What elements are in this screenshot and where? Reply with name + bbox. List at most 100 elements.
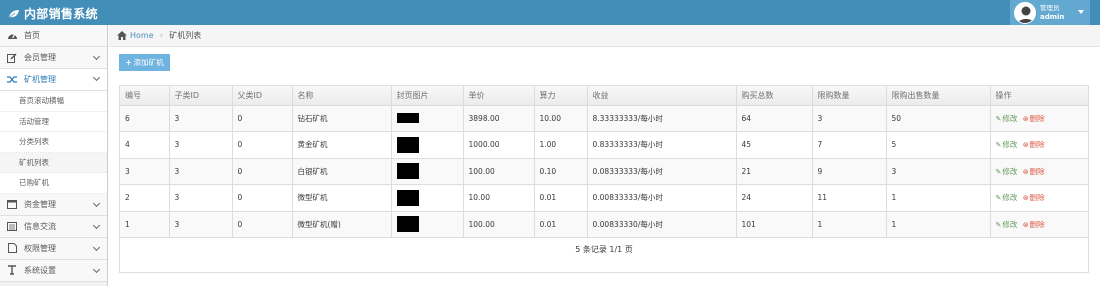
cell-price: 100.00 xyxy=(463,211,535,238)
cell-actions: ✎修改 ⊗删除 xyxy=(990,105,1088,132)
cell-child-id: 3 xyxy=(169,105,233,132)
sidebar-item-permissions[interactable]: 权限管理 xyxy=(0,237,107,260)
pencil-icon: ✎ xyxy=(995,114,1002,123)
sidebar-item-label: 资金管理 xyxy=(24,199,56,209)
cell-actions: ✎修改 ⊗删除 xyxy=(990,211,1088,238)
cell-id: 6 xyxy=(120,105,170,132)
sidebar-subitem-activities[interactable]: 活动管理 xyxy=(0,111,107,132)
sidebar-item-home[interactable]: 首页 xyxy=(0,25,107,47)
delete-link[interactable]: ⊗删除 xyxy=(1023,220,1045,229)
edit-link[interactable]: ✎修改 xyxy=(996,140,1018,149)
column-header[interactable]: 单价 xyxy=(463,86,535,106)
delete-link[interactable]: ⊗删除 xyxy=(1023,140,1045,149)
edit-label: 修改 xyxy=(1002,140,1018,150)
sidebar-item-miners[interactable]: 矿机管理 xyxy=(0,69,107,91)
cell-total-purchased: 101 xyxy=(736,211,813,238)
delete-link[interactable]: ⊗删除 xyxy=(1023,167,1045,176)
sidebar-item-label: 首页 xyxy=(24,31,40,40)
column-header[interactable]: 限购数量 xyxy=(812,86,887,106)
sidebar-subitem-purchased[interactable]: 已购矿机 xyxy=(0,173,107,194)
cell-sale-limit: 1 xyxy=(886,184,991,212)
add-miner-button[interactable]: + 添加矿机 xyxy=(119,54,170,71)
chevron-right-icon: › xyxy=(159,30,164,41)
cell-price: 1000.00 xyxy=(463,131,535,159)
column-header[interactable]: 收益 xyxy=(587,86,737,106)
delete-link[interactable]: ⊗删除 xyxy=(1023,114,1045,123)
edit-link[interactable]: ✎修改 xyxy=(996,193,1018,202)
column-header[interactable]: 限购出售数量 xyxy=(886,86,991,106)
brand[interactable]: 内部销售系统 xyxy=(8,5,98,22)
cell-yield: 0.00833330/每小时 xyxy=(587,211,737,238)
cell-id: 3 xyxy=(120,158,170,185)
column-header[interactable]: 名称 xyxy=(292,86,392,106)
cover-image xyxy=(396,189,419,206)
cell-cover xyxy=(391,131,464,159)
column-header[interactable]: 子类ID xyxy=(169,86,233,106)
sidebar: 首页 会员管理 矿机管理 首页滚动横幅 活动管理 分类列表 矿机列表 已购矿机 … xyxy=(0,25,108,286)
trash-icon: ⊗ xyxy=(1022,194,1029,203)
column-header[interactable]: 父类ID xyxy=(232,86,293,106)
column-header[interactable]: 封页图片 xyxy=(391,86,464,106)
home-icon xyxy=(117,31,127,40)
calendar-icon xyxy=(6,198,18,210)
cell-price: 10.00 xyxy=(463,184,535,212)
cell-hashrate: 0.10 xyxy=(534,158,588,185)
table-row: 1 3 0 微型矿机(赠) 100.00 0.01 0.00833330/每小时… xyxy=(120,211,1088,238)
cell-yield: 0.00833333/每小时 xyxy=(587,184,737,212)
cell-parent-id: 0 xyxy=(232,184,293,212)
table-row: 6 3 0 钻石矿机 3898.00 10.00 8.33333333/每小时 … xyxy=(120,105,1088,132)
cell-purchase-limit: 7 xyxy=(812,131,887,159)
cell-cover xyxy=(391,105,464,132)
cell-child-id: 3 xyxy=(169,211,233,238)
cell-price: 100.00 xyxy=(463,158,535,185)
sidebar-subitem-categories[interactable]: 分类列表 xyxy=(0,132,107,153)
cell-name: 白银矿机 xyxy=(292,158,392,185)
pencil-icon: ✎ xyxy=(995,194,1002,203)
cell-total-purchased: 64 xyxy=(736,105,813,132)
edit-icon xyxy=(6,52,18,64)
cell-id: 4 xyxy=(120,131,170,159)
delete-label: 删除 xyxy=(1029,113,1045,123)
cell-purchase-limit: 1 xyxy=(812,211,887,238)
cell-yield: 0.83333333/每小时 xyxy=(587,131,737,159)
column-header[interactable]: 算力 xyxy=(534,86,588,106)
breadcrumb-current: 矿机列表 xyxy=(169,31,202,40)
column-header[interactable]: 编号 xyxy=(120,86,170,106)
cell-parent-id: 0 xyxy=(232,131,293,159)
plus-icon: + xyxy=(125,58,132,67)
edit-link[interactable]: ✎修改 xyxy=(996,220,1018,229)
edit-label: 修改 xyxy=(1002,113,1018,123)
cell-purchase-limit: 11 xyxy=(812,184,887,212)
chevron-down-icon xyxy=(92,265,101,273)
pagination-info: 5 条记录 1/1 页 xyxy=(575,245,633,254)
sidebar-item-label: 矿机管理 xyxy=(24,75,56,84)
trash-icon: ⊗ xyxy=(1022,114,1029,123)
chevron-down-icon xyxy=(92,73,101,82)
cell-cover xyxy=(391,158,464,185)
sidebar-item-messages[interactable]: 信息交流 xyxy=(0,215,107,238)
edit-link[interactable]: ✎修改 xyxy=(996,167,1018,176)
cell-hashrate: 0.01 xyxy=(534,184,588,212)
sidebar-subitem-banner[interactable]: 首页滚动横幅 xyxy=(0,91,107,112)
cover-image xyxy=(396,163,419,180)
cell-name: 钻石矿机 xyxy=(292,105,392,132)
pencil-icon: ✎ xyxy=(995,220,1002,229)
sidebar-item-label: 会员管理 xyxy=(24,53,56,62)
column-header[interactable]: 购买总数 xyxy=(736,86,813,106)
sidebar-item-funds[interactable]: 资金管理 xyxy=(0,193,107,216)
edit-link[interactable]: ✎修改 xyxy=(996,114,1018,123)
breadcrumb-home-link[interactable]: Home xyxy=(130,31,154,40)
user-menu[interactable]: 管理员 admin xyxy=(1010,0,1090,25)
breadcrumb: Home › 矿机列表 xyxy=(109,25,1100,47)
sidebar-item-label: 系统设置 xyxy=(24,265,56,275)
sidebar-item-settings[interactable]: 系统设置 xyxy=(0,259,107,282)
sidebar-item-members[interactable]: 会员管理 xyxy=(0,47,107,69)
cell-child-id: 3 xyxy=(169,158,233,185)
sidebar-subitem-miner-list[interactable]: 矿机列表 xyxy=(0,152,107,173)
pencil-icon: ✎ xyxy=(995,167,1002,176)
column-header: 操作 xyxy=(990,86,1088,106)
user-role: 管理员 xyxy=(1040,3,1060,12)
delete-link[interactable]: ⊗删除 xyxy=(1023,193,1045,202)
table-row: 4 3 0 黄金矿机 1000.00 1.00 0.83333333/每小时 4… xyxy=(120,131,1088,159)
cell-parent-id: 0 xyxy=(232,158,293,185)
